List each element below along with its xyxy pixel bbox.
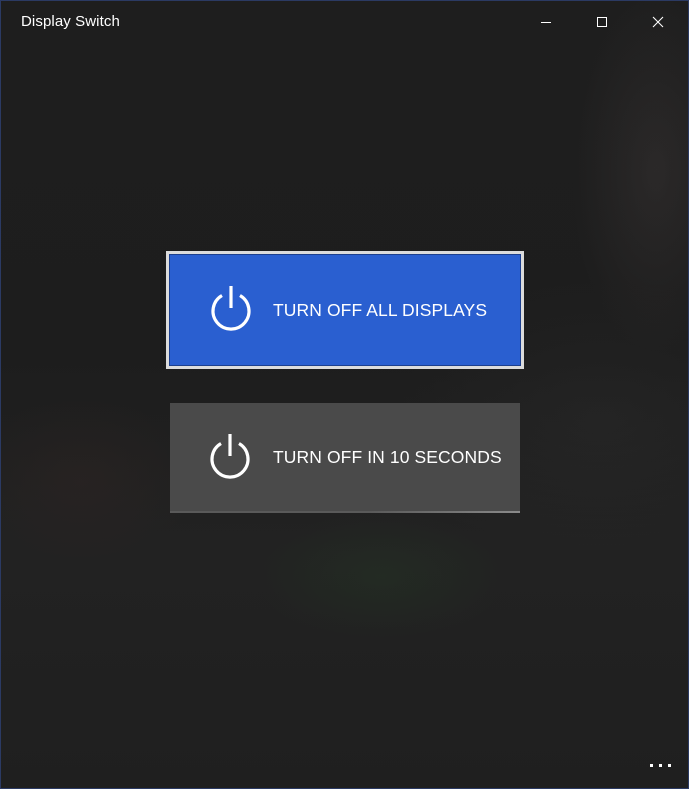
close-icon	[652, 16, 664, 28]
more-icon-dot	[649, 763, 653, 767]
power-icon	[210, 434, 250, 479]
minimize-button[interactable]	[523, 1, 569, 43]
more-icon-dot	[667, 763, 671, 767]
title-bar[interactable]: Display Switch	[1, 1, 688, 43]
turn-off-all-displays-button[interactable]: TURN OFF ALL DISPLAYS	[166, 251, 524, 369]
turn-off-in-10-seconds-label: TURN OFF IN 10 SECONDS	[273, 447, 502, 467]
window-title: Display Switch	[21, 13, 120, 30]
close-button[interactable]	[635, 1, 681, 43]
minimize-icon	[541, 22, 551, 23]
app-window: Display Switch TURN OFF ALL DISPLAYS TUR…	[0, 0, 689, 789]
maximize-icon	[597, 17, 607, 27]
power-icon	[211, 286, 251, 331]
turn-off-in-10-seconds-button[interactable]: TURN OFF IN 10 SECONDS	[170, 403, 520, 513]
turn-off-all-displays-label: TURN OFF ALL DISPLAYS	[273, 300, 488, 320]
more-options-button[interactable]	[643, 753, 677, 777]
maximize-button[interactable]	[579, 1, 625, 43]
more-icon-dot	[658, 763, 662, 767]
